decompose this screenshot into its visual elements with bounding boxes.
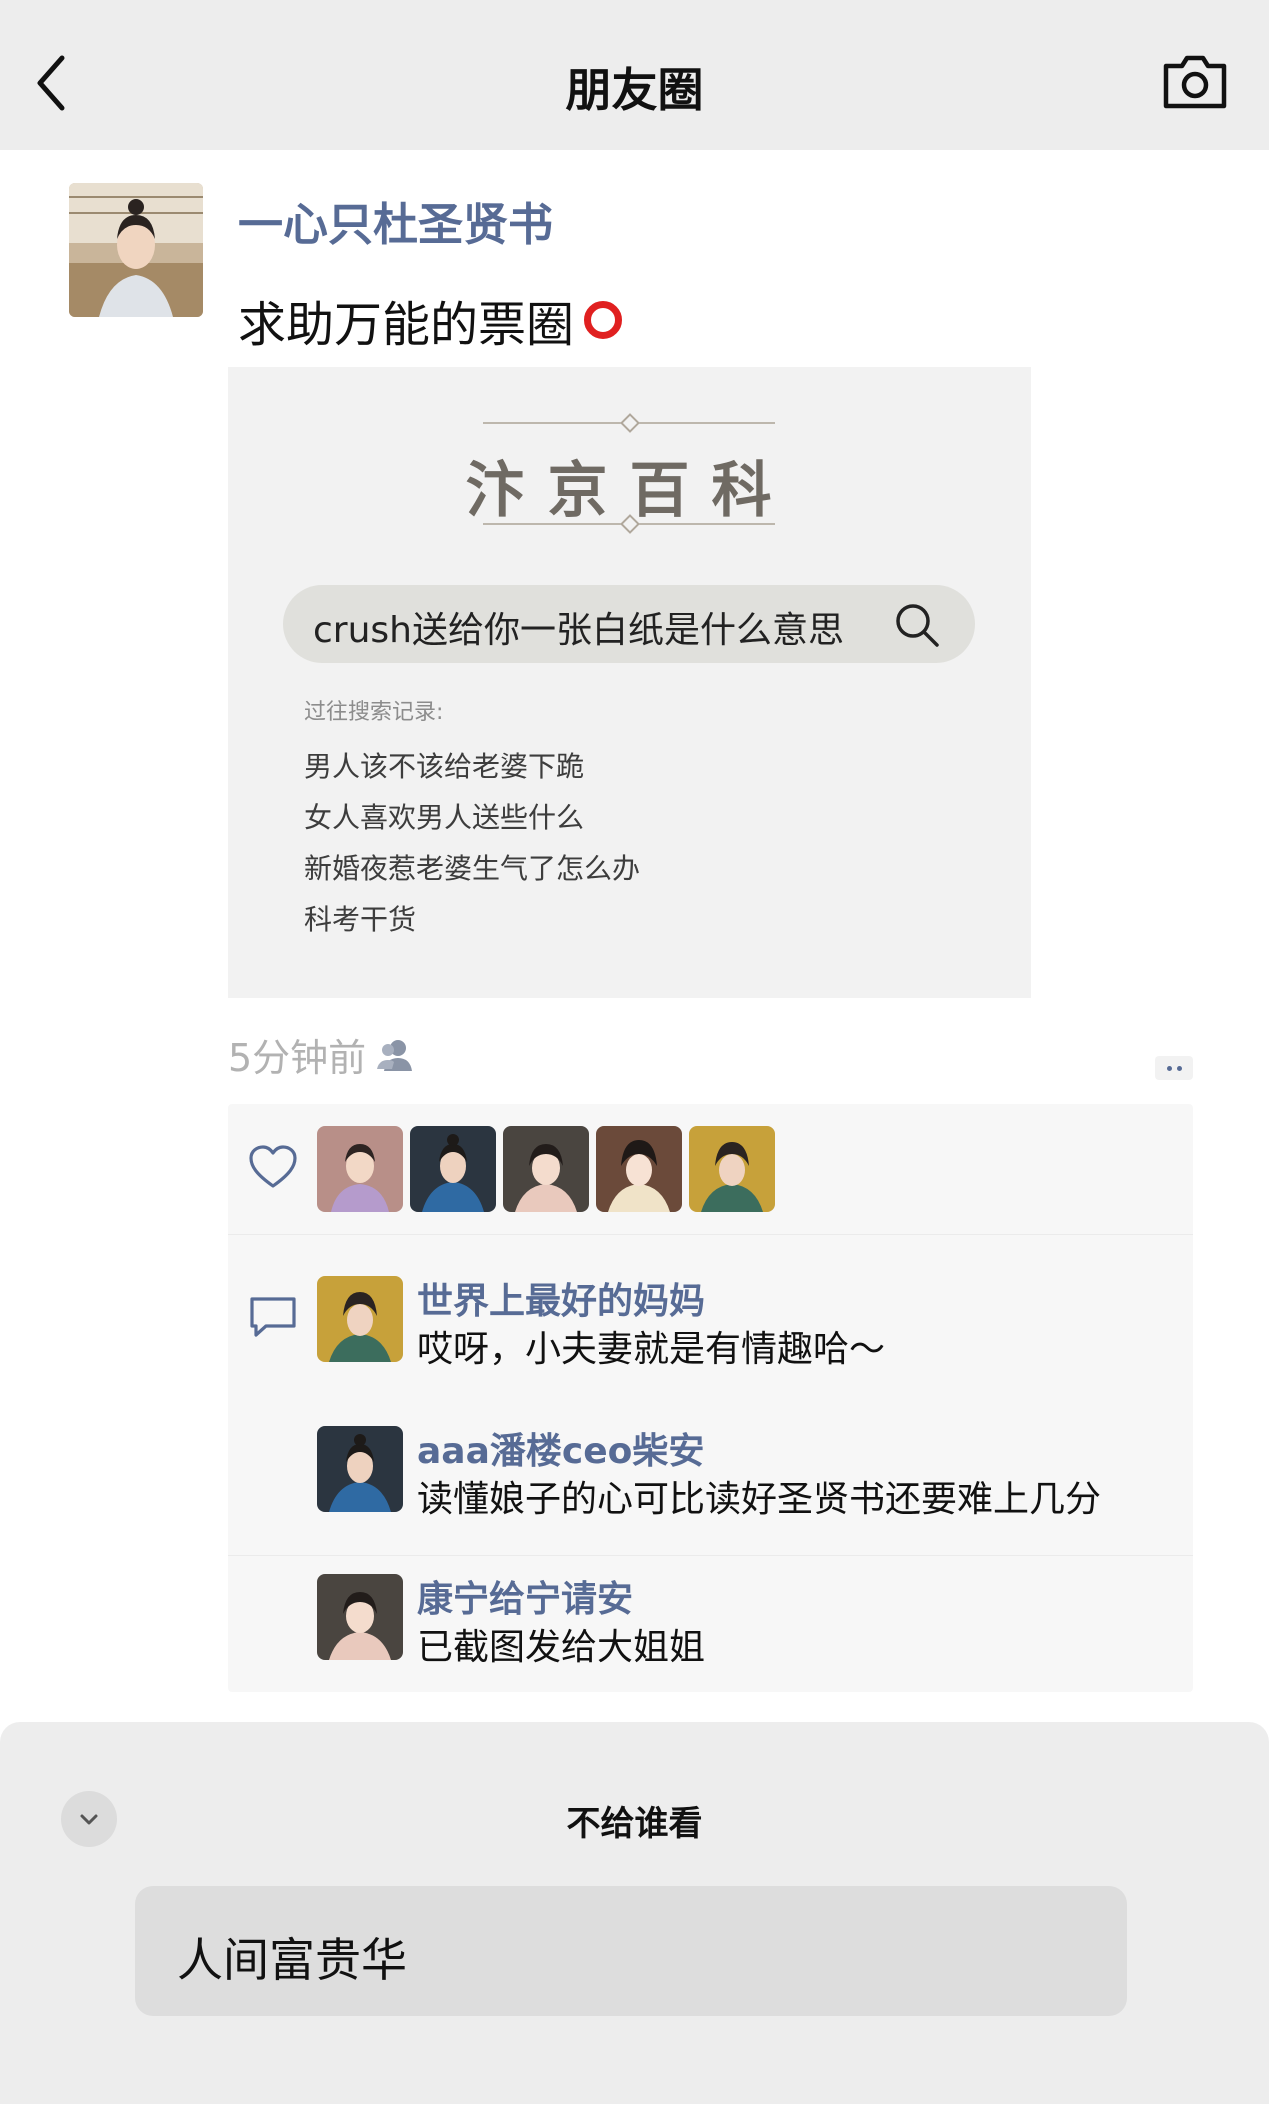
- post-time: 5分钟前: [228, 1036, 367, 1080]
- commenter-name[interactable]: 世界上最好的妈妈: [417, 1272, 705, 1324]
- divider: [228, 1555, 1193, 1556]
- history-item: 科考干货: [304, 903, 417, 936]
- comment-item[interactable]: 康宁给宁请安 已截图发给大姐姐: [317, 1574, 1177, 1668]
- friends-visibility-icon: [377, 1039, 413, 1071]
- commenter-avatar-image: [317, 1276, 403, 1362]
- liker-avatar[interactable]: [410, 1126, 496, 1212]
- comment-item[interactable]: aaa潘楼ceo柴安 读懂娘子的心可比读好圣贤书还要难上几分: [317, 1426, 1177, 1520]
- camera-button[interactable]: [1160, 52, 1230, 112]
- commenter-name[interactable]: 康宁给宁请安: [417, 1570, 633, 1622]
- liker-avatar-image: [317, 1126, 403, 1212]
- history-item: 女人喜欢男人送些什么: [304, 801, 585, 834]
- liker-avatar[interactable]: [689, 1126, 775, 1212]
- comment-icon: [250, 1297, 296, 1337]
- post-text-content: 求助万能的票圈: [238, 297, 575, 353]
- heart-icon: [249, 1145, 297, 1188]
- liker-avatar[interactable]: [317, 1126, 403, 1212]
- commenter-avatar[interactable]: [317, 1426, 403, 1512]
- dot-icon: [1176, 1065, 1182, 1071]
- post-image[interactable]: 汴京百科 crush送给你一张白纸是什么意思 过往搜索记录: 男人该不该给老婆下…: [228, 367, 1031, 998]
- commenter-avatar-image: [317, 1574, 403, 1660]
- commenter-name[interactable]: aaa潘楼ceo柴安: [417, 1422, 704, 1474]
- commenter-avatar-image: [317, 1426, 403, 1512]
- liker-avatar-image: [689, 1126, 775, 1212]
- history-label: 过往搜索记录:: [304, 700, 444, 725]
- hidden-from-entry[interactable]: 人间富贵华: [135, 1886, 1127, 2016]
- visibility-sheet: 不给谁看 人间富贵华: [0, 1722, 1269, 2104]
- liker-avatar[interactable]: [503, 1126, 589, 1212]
- author-avatar-image: [69, 183, 203, 317]
- liker-avatar-image: [410, 1126, 496, 1212]
- comment-text: 读懂娘子的心可比读好圣贤书还要难上几分: [417, 1479, 1102, 1520]
- commenter-avatar[interactable]: [317, 1574, 403, 1660]
- comment-text: 哎呀，小夫妻就是有情趣哈～: [417, 1329, 886, 1370]
- comment-text: 已截图发给大姐姐: [417, 1627, 706, 1668]
- more-options-button[interactable]: [1155, 1056, 1193, 1080]
- search-icon: [896, 604, 939, 647]
- liker-avatar-image: [503, 1126, 589, 1212]
- liker-avatar-image: [596, 1126, 682, 1212]
- author-name[interactable]: 一心只杜圣贤书: [238, 188, 553, 253]
- image-title: 汴京百科: [465, 456, 794, 526]
- dot-icon: [1166, 1065, 1172, 1071]
- image-search-bar: crush送给你一张白纸是什么意思: [283, 585, 975, 663]
- post-text: 求助万能的票圈: [238, 285, 623, 355]
- history-item: 新婚夜惹老婆生气了怎么办: [304, 852, 641, 885]
- hidden-from-value: 人间富贵华: [177, 1933, 407, 1987]
- interaction-panel: 世界上最好的妈妈 哎呀，小夫妻就是有情趣哈～ aaa潘楼ceo柴安 读懂娘子的心…: [228, 1104, 1193, 1692]
- ornament-icon: [620, 413, 640, 433]
- comment-item[interactable]: 世界上最好的妈妈 哎呀，小夫妻就是有情趣哈～: [317, 1276, 1177, 1370]
- commenter-avatar[interactable]: [317, 1276, 403, 1362]
- history-item: 男人该不该给老婆下跪: [304, 750, 585, 783]
- red-circle-emoji-icon: [584, 301, 623, 339]
- search-query: crush送给你一张白纸是什么意思: [313, 610, 844, 651]
- sheet-title: 不给谁看: [566, 1804, 703, 1844]
- liker-avatar[interactable]: [596, 1126, 682, 1212]
- author-avatar[interactable]: [69, 183, 203, 317]
- page-title: 朋友圈: [565, 63, 704, 117]
- divider: [228, 1234, 1193, 1235]
- camera-icon: [1163, 55, 1227, 109]
- post-meta: 5分钟前: [228, 1027, 416, 1082]
